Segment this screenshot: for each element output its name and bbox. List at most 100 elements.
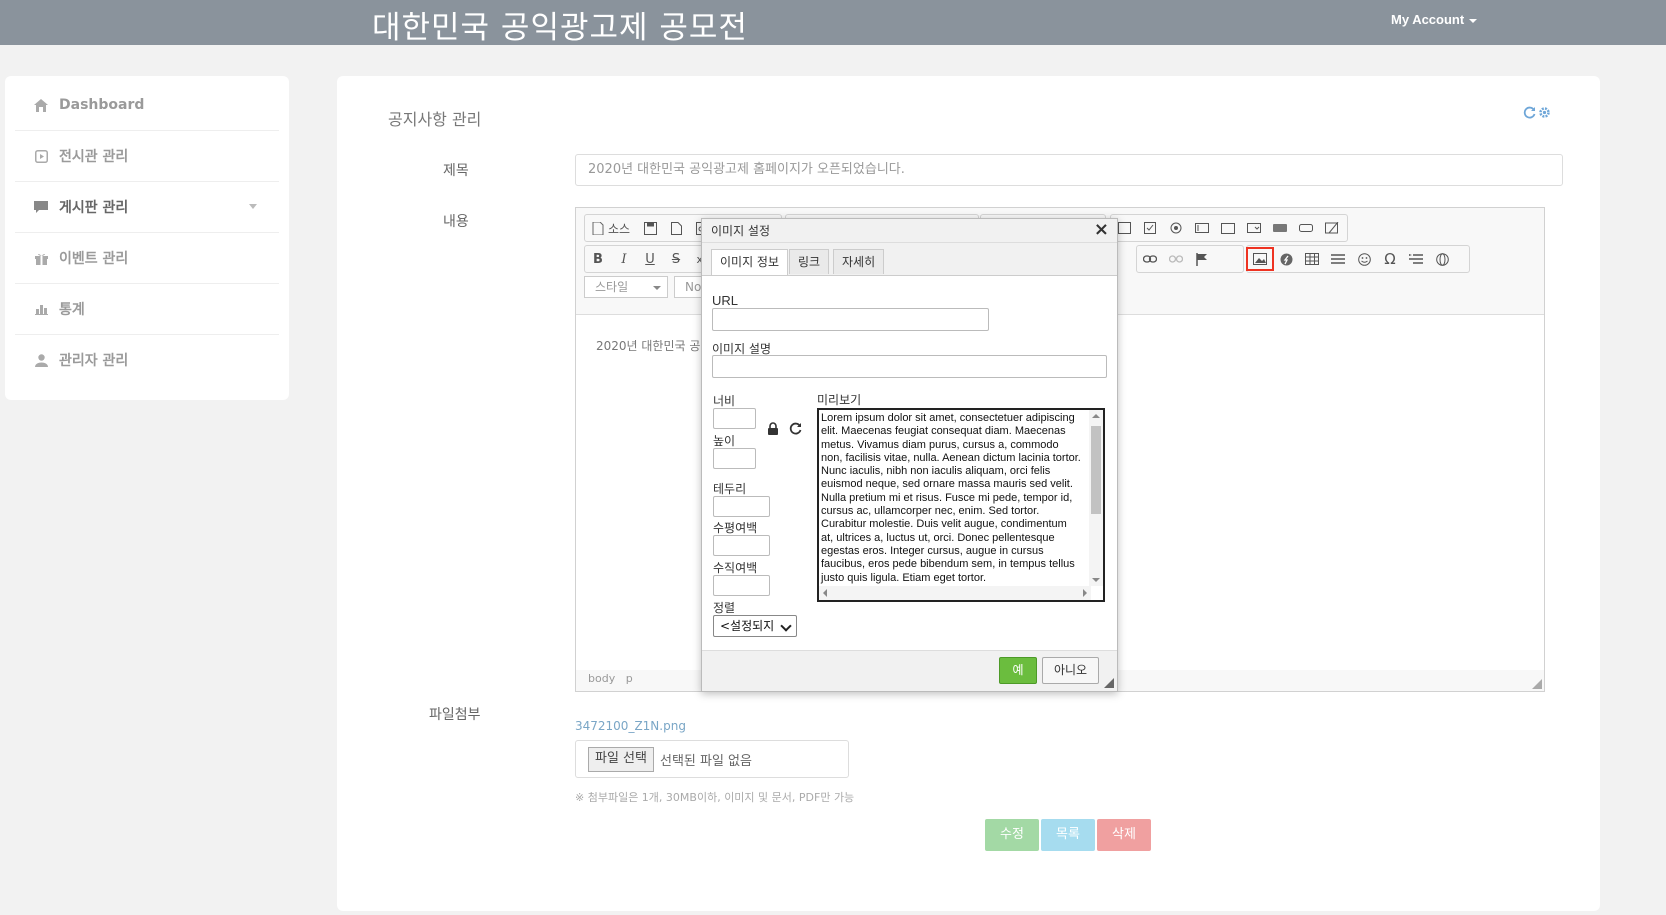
image-insert-icon[interactable] <box>1246 247 1274 271</box>
lock-ratio-icon[interactable] <box>767 420 779 439</box>
ok-button[interactable]: 예 <box>999 657 1037 684</box>
style-combo[interactable]: 스타일 <box>584 276 668 298</box>
source-label: 소스 <box>607 221 631 236</box>
tab-image-info[interactable]: 이미지 정보 <box>711 249 789 275</box>
close-icon[interactable]: × <box>1094 219 1109 240</box>
sidebar-item-label: 통계 <box>59 302 85 318</box>
sidebar-item-admin[interactable]: 관리자 관리 <box>15 335 279 385</box>
image-button-icon[interactable] <box>1293 217 1319 239</box>
flash-icon[interactable] <box>1273 248 1299 270</box>
reset-size-icon[interactable] <box>789 420 802 439</box>
url-input[interactable] <box>712 308 989 331</box>
path-body[interactable]: body <box>588 672 615 685</box>
horizontal-rule-icon[interactable] <box>1325 248 1351 270</box>
source-button[interactable]: 소스 <box>585 217 637 239</box>
sidebar-item-exhibition[interactable]: 전시관 관리 <box>15 131 279 182</box>
scroll-right-icon[interactable] <box>1083 589 1087 597</box>
preview-horizontal-scrollbar[interactable] <box>819 586 1091 600</box>
sidebar-item-label: 게시판 관리 <box>59 200 129 216</box>
align-select[interactable]: <설정되지 <box>713 615 797 637</box>
dialog-title: 이미지 설정 <box>702 219 1117 243</box>
height-input[interactable] <box>713 448 756 469</box>
subject-label: 제목 <box>443 163 469 179</box>
dialog-footer: 예 아니오 <box>702 650 1117 691</box>
dialog-tabs: 이미지 정보 링크 자세히 <box>702 243 1117 276</box>
site-title: 대한민국 공익광고제 공모전 <box>372 10 748 46</box>
list-button[interactable]: 목록 <box>1041 819 1095 851</box>
resize-grip-icon[interactable] <box>1104 678 1114 688</box>
iframe-globe-icon[interactable] <box>1429 248 1455 270</box>
bar-chart-icon <box>33 301 49 317</box>
width-input[interactable] <box>713 408 756 429</box>
new-page-icon[interactable] <box>663 217 689 239</box>
choose-file-button[interactable]: 파일 선택 <box>588 746 654 772</box>
align-select-value: <설정되지 <box>720 619 775 633</box>
unlink-icon[interactable] <box>1163 248 1189 270</box>
special-char-icon[interactable]: Ω <box>1377 248 1403 270</box>
sidebar-item-stats[interactable]: 통계 <box>15 284 279 335</box>
gear-icon[interactable] <box>1538 104 1551 123</box>
sidebar-item-board[interactable]: 게시판 관리 <box>15 182 279 233</box>
tab-advanced[interactable]: 자세히 <box>833 249 885 274</box>
page-title: 공지사항 관리 <box>388 110 482 129</box>
no-file-text: 선택된 파일 없음 <box>659 753 752 769</box>
table-icon[interactable] <box>1299 248 1325 270</box>
scroll-down-icon[interactable] <box>1092 578 1100 582</box>
file-input: 파일 선택 선택된 파일 없음 <box>575 740 849 778</box>
align-label: 정렬 <box>713 601 736 615</box>
sidebar: Dashboard 전시관 관리 게시판 관리 이벤트 관리 통계 관리자 관리 <box>5 76 289 400</box>
tab-link[interactable]: 링크 <box>789 249 830 274</box>
panel-tools <box>1523 104 1551 123</box>
chevron-down-icon <box>249 204 257 209</box>
alt-text-input[interactable] <box>712 355 1107 378</box>
vspace-label: 수직여백 <box>713 561 758 575</box>
border-label: 테두리 <box>713 482 747 496</box>
scroll-up-icon[interactable] <box>1092 414 1100 418</box>
checkbox-icon[interactable] <box>1137 217 1163 239</box>
attached-file-link[interactable]: 3472100_Z1N.png <box>575 719 686 733</box>
editor-path-bar: body p <box>588 672 633 685</box>
sidebar-item-label: 관리자 관리 <box>59 353 129 369</box>
button-field-icon[interactable] <box>1267 217 1293 239</box>
sidebar-item-dashboard[interactable]: Dashboard <box>15 80 279 131</box>
textfield-icon[interactable] <box>1189 217 1215 239</box>
dialog-title-text: 이미지 설정 <box>711 224 771 238</box>
textarea-icon[interactable] <box>1215 217 1241 239</box>
comment-icon <box>33 199 49 215</box>
select-field-icon[interactable] <box>1241 217 1267 239</box>
italic-button[interactable]: I <box>611 248 637 270</box>
border-input[interactable] <box>713 496 770 517</box>
toolbar-row-2c: Ω <box>1246 245 1470 273</box>
hidden-field-icon[interactable] <box>1319 217 1345 239</box>
radio-icon[interactable] <box>1163 217 1189 239</box>
smiley-icon[interactable] <box>1351 248 1377 270</box>
path-p[interactable]: p <box>626 672 633 685</box>
bold-button[interactable]: B <box>585 248 611 270</box>
edit-button[interactable]: 수정 <box>985 819 1039 851</box>
save-icon[interactable] <box>637 217 663 239</box>
scroll-left-icon[interactable] <box>823 589 827 597</box>
anchor-flag-icon[interactable] <box>1189 248 1215 270</box>
subject-input[interactable]: 2020년 대한민국 공익광고제 홈페이지가 오픈되었습니다. <box>575 154 1563 186</box>
hspace-input[interactable] <box>713 535 770 556</box>
preview-text: Lorem ipsum dolor sit amet, consectetuer… <box>821 412 1081 584</box>
cancel-button[interactable]: 아니오 <box>1042 657 1099 684</box>
scroll-thumb[interactable] <box>1091 426 1101 514</box>
caret-down-icon <box>1469 18 1478 23</box>
link-icon[interactable] <box>1137 248 1163 270</box>
preview-vertical-scrollbar[interactable] <box>1089 410 1103 586</box>
page-break-icon[interactable] <box>1403 248 1429 270</box>
vspace-input[interactable] <box>713 575 770 596</box>
top-header: 대한민국 공익광고제 공모전 My Account <box>0 0 1666 46</box>
delete-button[interactable]: 삭제 <box>1097 819 1151 851</box>
resize-grip-icon[interactable] <box>1532 679 1542 689</box>
sidebar-item-event[interactable]: 이벤트 관리 <box>15 233 279 284</box>
attachment-label: 파일첨부 <box>429 707 481 723</box>
my-account-dropdown[interactable]: My Account <box>1391 12 1478 27</box>
underline-button[interactable]: U <box>637 248 663 270</box>
editor-content-text: 2020년 대한민국 공익 <box>596 339 712 353</box>
strike-button[interactable]: S <box>663 248 689 270</box>
hspace-label: 수평여백 <box>713 521 758 535</box>
style-combo-label: 스타일 <box>595 280 629 294</box>
refresh-icon[interactable] <box>1523 104 1536 123</box>
